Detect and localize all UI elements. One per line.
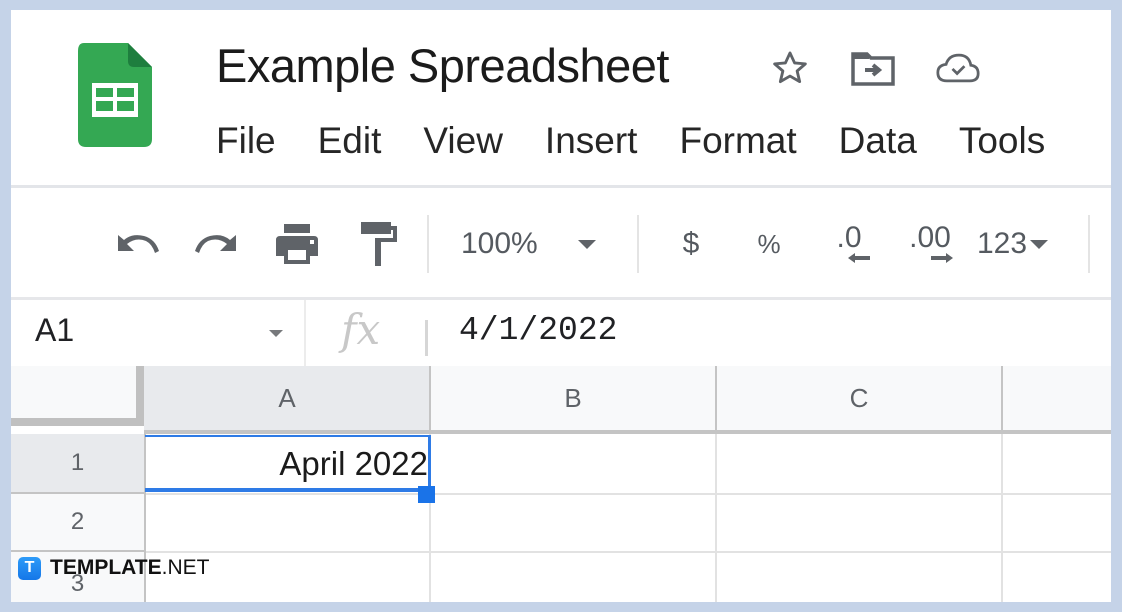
arrow-right-icon (931, 253, 953, 263)
template-watermark: T TEMPLATE .NET (18, 556, 209, 580)
arrow-left-icon (848, 253, 870, 263)
app-window: Example Spreadsheet File Edit View Inser… (11, 10, 1111, 602)
currency-format-button[interactable]: $ (671, 220, 711, 268)
header-divider (11, 185, 1111, 188)
name-box-dropdown-icon[interactable] (269, 330, 283, 337)
column-header-c[interactable]: C (716, 366, 1002, 434)
print-icon (276, 224, 318, 264)
menu-view[interactable]: View (423, 120, 503, 162)
paint-format-button[interactable] (353, 220, 405, 268)
formula-bar-separator (425, 320, 428, 356)
document-title[interactable]: Example Spreadsheet (216, 38, 669, 93)
fx-icon: fx (341, 305, 381, 354)
percent-icon: % (757, 228, 781, 259)
gridline (715, 434, 717, 602)
menu-data[interactable]: Data (839, 120, 917, 162)
fill-handle[interactable] (418, 486, 435, 503)
print-button[interactable] (271, 220, 323, 268)
decrease-decimal-button[interactable]: .0 (821, 220, 877, 268)
move-to-folder-icon[interactable] (851, 48, 895, 88)
menu-edit[interactable]: Edit (318, 120, 382, 162)
undo-button[interactable] (111, 220, 163, 268)
percent-format-button[interactable]: % (749, 220, 789, 268)
toolbar-separator (427, 215, 429, 273)
formula-bar-separator (304, 300, 306, 366)
currency-icon: $ (682, 227, 700, 260)
column-divider (715, 366, 717, 434)
toolbar-separator (1088, 215, 1090, 273)
google-sheets-logo[interactable] (78, 43, 152, 147)
template-logo-icon: T (18, 556, 41, 580)
menu-format[interactable]: Format (679, 120, 796, 162)
watermark-suffix: .NET (161, 556, 210, 579)
watermark-brand: TEMPLATE (50, 556, 162, 579)
zoom-select[interactable]: 100% (461, 220, 621, 268)
gridline (146, 551, 1111, 553)
formula-input[interactable]: 4/1/2022 (459, 312, 617, 349)
star-icon[interactable] (768, 48, 812, 88)
name-box[interactable]: A1 (35, 312, 74, 349)
menu-tools[interactable]: Tools (959, 120, 1045, 162)
chevron-down-icon (577, 239, 596, 249)
more-formats-button[interactable]: 123 (977, 220, 1067, 268)
row-header-1[interactable]: 1 (11, 434, 144, 494)
more-formats-label: 123 (977, 227, 1028, 260)
gridline (1001, 434, 1003, 602)
decrease-decimal-icon: .0 (836, 221, 862, 254)
column-divider (1001, 366, 1003, 434)
cloud-saved-icon[interactable] (936, 48, 980, 88)
increase-decimal-icon: .00 (909, 221, 951, 254)
select-all-corner[interactable] (11, 366, 144, 426)
menu-insert[interactable]: Insert (545, 120, 638, 162)
row-header-2[interactable]: 2 (11, 494, 144, 552)
column-header-d[interactable] (1002, 366, 1111, 434)
paint-format-icon (361, 222, 397, 266)
column-header-b[interactable]: B (430, 366, 716, 434)
increase-decimal-button[interactable]: .00 (897, 220, 963, 268)
toolbar-separator (637, 215, 639, 273)
toolbar-divider (11, 297, 1111, 300)
redo-button[interactable] (191, 220, 243, 268)
zoom-value: 100% (461, 227, 538, 260)
selection-outline (145, 435, 431, 492)
undo-icon (118, 235, 159, 253)
redo-icon (195, 235, 236, 253)
chevron-down-icon (1030, 239, 1049, 249)
menu-file[interactable]: File (216, 120, 276, 162)
column-divider (429, 366, 431, 434)
column-header-a[interactable]: A (144, 366, 430, 434)
menu-bar: File Edit View Insert Format Data Tools (216, 120, 1087, 162)
gridline (146, 493, 1111, 495)
